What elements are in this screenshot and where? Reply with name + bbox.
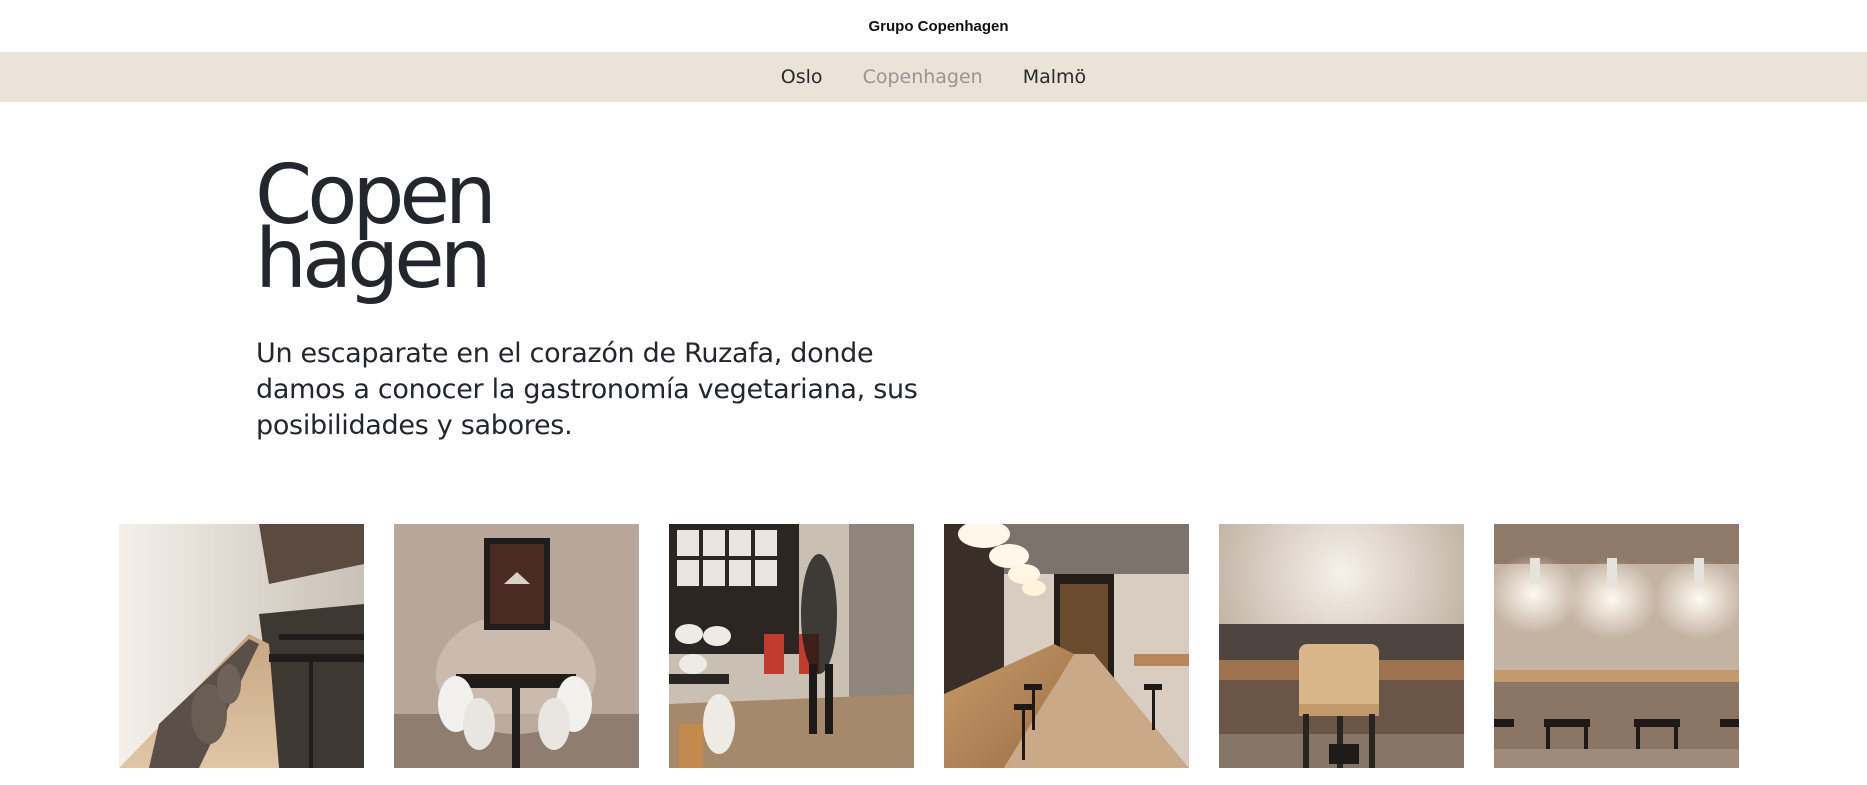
- nav-item-copenhagen[interactable]: Copenhagen: [863, 66, 983, 88]
- gallery-photo-4[interactable]: [944, 524, 1189, 768]
- restaurant-nav: Oslo Copenhagen Malmö: [0, 52, 1867, 102]
- wooden-bar-image: [944, 524, 1189, 768]
- nav-item-oslo[interactable]: Oslo: [781, 66, 823, 88]
- page-title: Copen hagen: [255, 155, 515, 307]
- gallery-photo-6[interactable]: [1494, 524, 1739, 768]
- page-title-line-2: hagen: [255, 212, 492, 307]
- bench-chair-image: [1219, 524, 1464, 768]
- gallery-photo-3[interactable]: [669, 524, 914, 768]
- gallery-photo-2[interactable]: [394, 524, 639, 768]
- hero-description: Un escaparate en el corazón de Ruzafa, d…: [256, 338, 918, 441]
- wall-lights-image: [1494, 524, 1739, 768]
- hero-section: Copen hagen Un escaparate en el corazón …: [255, 155, 955, 444]
- gallery-photo-5[interactable]: [1219, 524, 1464, 768]
- brand-link[interactable]: Grupo Copenhagen: [869, 18, 1009, 35]
- nav-item-malmo[interactable]: Malmö: [1023, 66, 1086, 88]
- dining-room-waiter-image: [669, 524, 914, 768]
- top-header: Grupo Copenhagen: [0, 0, 1867, 52]
- table-poster-image: [394, 524, 639, 768]
- gallery-photo-1[interactable]: [119, 524, 364, 768]
- bench-dining-room-image: [119, 524, 364, 768]
- photo-gallery: [119, 524, 1739, 768]
